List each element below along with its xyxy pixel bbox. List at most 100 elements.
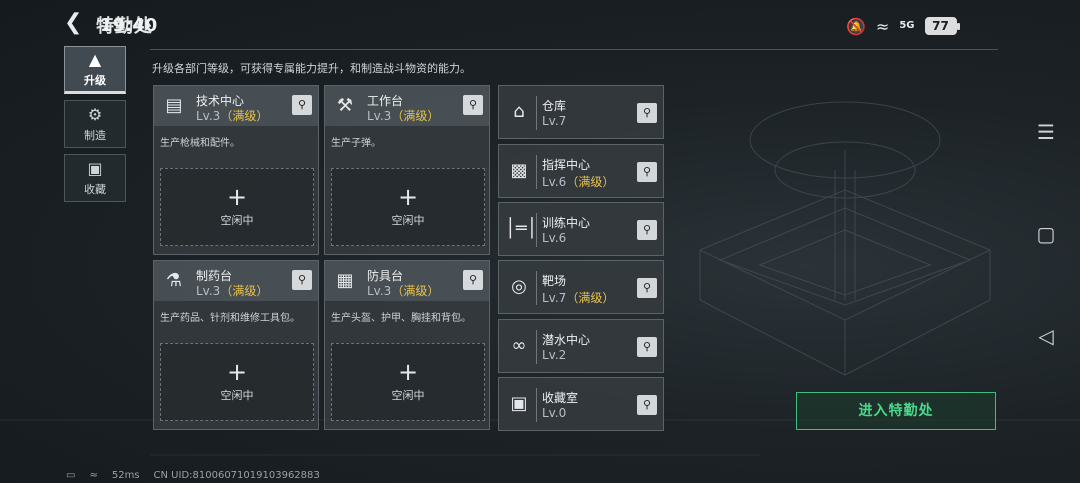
facility-level: Lv.6（满级） [542, 173, 614, 190]
search-icon[interactable]: ⚲ [637, 278, 657, 298]
header-divider [150, 49, 998, 50]
collection-icon: ▣ [87, 159, 103, 178]
battery-indicator: 77 [924, 17, 960, 35]
search-icon[interactable]: ⚲ [292, 270, 312, 290]
tools-icon: ⚒ [336, 95, 354, 116]
facility-card-diving-center[interactable]: ∞ 潜水中心 Lv.2 ⚲ [498, 319, 664, 373]
system-nav: ☰ ▢ ◁ [1034, 120, 1058, 426]
warehouse-icon: ⌂ [513, 101, 525, 122]
tech-center-icon: ▤ [165, 95, 183, 116]
search-icon[interactable]: ⚲ [637, 220, 657, 240]
status-clock: 19:40 [100, 15, 158, 36]
level-value: Lv.3 [196, 284, 221, 298]
nav-collection[interactable]: ▣ 收藏 [64, 154, 126, 202]
top-bar: ❮ 特勤处 19:40 🔕 ≈ 5G 77 [0, 0, 1080, 50]
divider [536, 271, 537, 305]
footer: ▭ ≈ 52ms CN UID:8100607101910396288З [66, 470, 320, 481]
production-slot[interactable]: + 空闲中 [160, 343, 314, 421]
left-nav: ▲ 升级 ⚙ 制造 ▣ 收藏 [64, 46, 126, 208]
search-icon[interactable]: ⚲ [637, 395, 657, 415]
nav-upgrade-label: 升级 [84, 74, 106, 87]
dumbbell-icon: │═│ [505, 218, 538, 239]
slot-status: 空闲中 [220, 214, 254, 227]
production-slot[interactable]: + 空闲中 [331, 343, 485, 421]
display-case-icon: ▣ [510, 393, 528, 414]
square-icon[interactable]: ▢ [1034, 222, 1058, 246]
facility-card-training-center[interactable]: │═│ 训练中心 Lv.6 ⚲ [498, 202, 664, 256]
gear-icon: ⚙ [87, 105, 103, 124]
status-bar: 🔕 ≈ 5G 77 [846, 14, 960, 38]
nav-upgrade[interactable]: ▲ 升级 [64, 46, 126, 94]
level-value: Lv.3 [367, 109, 392, 123]
workshop-level: Lv.3（满级） [196, 282, 268, 299]
wifi-icon: ≈ [875, 16, 890, 36]
facility-card-warehouse[interactable]: ⌂ 仓库 Lv.7 ⚲ [498, 85, 664, 139]
search-icon[interactable]: ⚲ [637, 162, 657, 182]
card-header: ▤ 技术中心 Lv.3（满级） ⚲ [154, 86, 318, 126]
menu-icon[interactable]: ☰ [1034, 120, 1058, 144]
max-level-tag: （满级） [220, 109, 269, 123]
intro-text: 升级各部门等级，可获得专属能力提升，和制造战斗物资的能力。 [152, 62, 471, 75]
max-level-tag: （满级） [391, 109, 440, 123]
facility-name: 收藏室 [542, 391, 579, 405]
level-value: Lv.3 [367, 284, 392, 298]
search-icon[interactable]: ⚲ [463, 270, 483, 290]
plus-icon: + [397, 183, 419, 211]
workshop-level: Lv.3（满级） [196, 107, 268, 124]
divider [536, 388, 537, 422]
level-value: Lv.0 [542, 406, 567, 420]
slot-status: 空闲中 [391, 214, 425, 227]
level-value: Lv.3 [196, 109, 221, 123]
divider [536, 213, 537, 247]
plus-icon: + [226, 183, 248, 211]
search-icon[interactable]: ⚲ [637, 337, 657, 357]
network-indicator: 5G [899, 20, 915, 31]
production-slot[interactable]: + 空闲中 [331, 168, 485, 246]
facility-card-collection-room[interactable]: ▣ 收藏室 Lv.0 ⚲ [498, 377, 664, 431]
chevron-left-icon[interactable]: ❮ [64, 10, 82, 35]
facility-level: Lv.0 [542, 406, 566, 420]
workshop-level: Lv.3（满级） [367, 282, 439, 299]
level-value: Lv.6 [542, 231, 567, 245]
level-value: Lv.7 [542, 114, 567, 128]
level-value: Lv.6 [542, 175, 567, 189]
search-icon[interactable]: ⚲ [292, 95, 312, 115]
enter-special-ops-button[interactable]: 进入特勤处 [796, 392, 996, 430]
facility-level: Lv.7（满级） [542, 289, 614, 306]
workshop-card-tech-center[interactable]: ▤ 技术中心 Lv.3（满级） ⚲ 生产枪械和配件。 + 空闲中 [153, 85, 319, 255]
level-value: Lv.2 [542, 348, 567, 362]
workshop-description: 生产药品、针剂和维修工具包。 [160, 313, 300, 324]
workshop-card-workbench[interactable]: ⚒ 工作台 Lv.3（满级） ⚲ 生产子弹。 + 空闲中 [324, 85, 490, 255]
target-icon: ◎ [511, 276, 527, 297]
plus-icon: + [397, 358, 419, 386]
divider [536, 96, 537, 130]
nav-craft-label: 制造 [84, 129, 106, 142]
max-level-tag: （满级） [391, 284, 440, 298]
facility-name: 指挥中心 [542, 158, 591, 172]
microscope-icon: ⚗ [165, 270, 183, 291]
mute-icon: 🔕 [846, 16, 866, 36]
card-header: ▦ 防具台 Lv.3（满级） ⚲ [325, 261, 489, 301]
max-level-tag: （满级） [566, 291, 615, 305]
search-icon[interactable]: ⚲ [463, 95, 483, 115]
nav-craft[interactable]: ⚙ 制造 [64, 100, 126, 148]
search-icon[interactable]: ⚲ [637, 103, 657, 123]
workshop-card-armor-bench[interactable]: ▦ 防具台 Lv.3（满级） ⚲ 生产头盔、护甲、胸挂和背包。 + 空闲中 [324, 260, 490, 430]
triangle-back-icon[interactable]: ◁ [1034, 324, 1058, 348]
max-level-tag: （满级） [220, 284, 269, 298]
workshop-description: 生产枪械和配件。 [160, 138, 240, 149]
plus-icon: + [226, 358, 248, 386]
divider [536, 330, 537, 364]
production-slot[interactable]: + 空闲中 [160, 168, 314, 246]
workshop-card-pharmacy[interactable]: ⚗ 制药台 Lv.3（满级） ⚲ 生产药品、针剂和维修工具包。 + 空闲中 [153, 260, 319, 430]
max-level-tag: （满级） [566, 175, 615, 189]
facility-name: 仓库 [542, 99, 567, 113]
card-header: ⚗ 制药台 Lv.3（满级） ⚲ [154, 261, 318, 301]
facility-card-command-center[interactable]: ▩ 指挥中心 Lv.6（满级） ⚲ [498, 144, 664, 198]
divider [536, 155, 537, 189]
slot-status: 空闲中 [220, 389, 254, 402]
facility-name: 靶场 [542, 274, 567, 288]
facility-card-shooting-range[interactable]: ◎ 靶场 Lv.7（满级） ⚲ [498, 260, 664, 314]
wifi-small-icon: ≈ [89, 470, 98, 481]
slot-status: 空闲中 [391, 389, 425, 402]
